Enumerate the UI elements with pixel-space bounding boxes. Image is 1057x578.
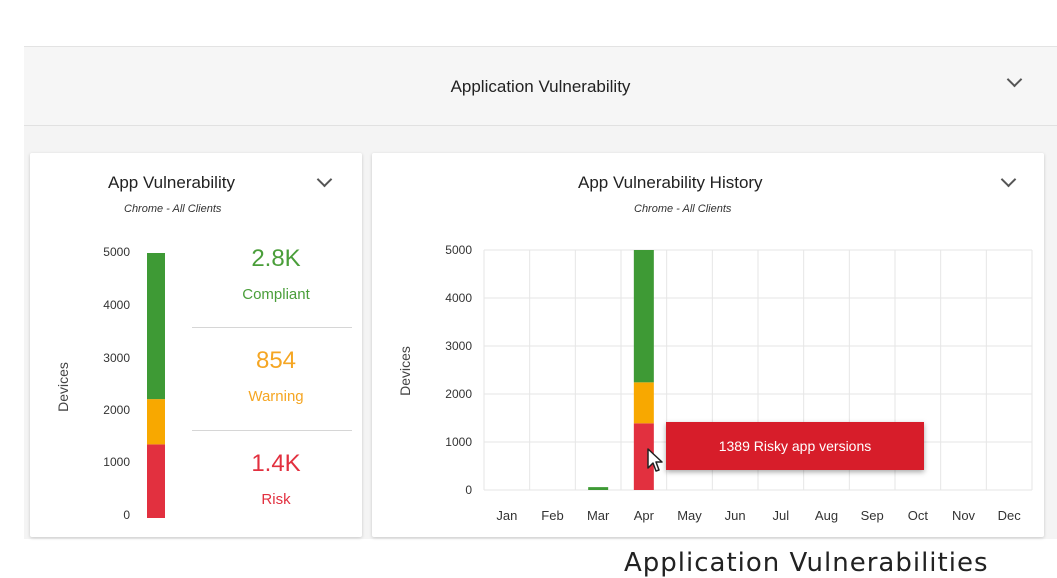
x-tick-feb: Feb: [541, 508, 563, 523]
y-tick: 5000: [445, 243, 472, 257]
x-tick-sep: Sep: [861, 508, 884, 523]
x-tick-may: May: [677, 508, 702, 523]
history-chart: 0 1000 2000 3000 4000 5000 Jan Feb Mar Apr May Jun J…: [445, 243, 1033, 523]
section-header: Application Vulnerability: [24, 47, 1057, 126]
y-tick: 2000: [103, 403, 130, 417]
page-caption: Application Vulnerabilities: [624, 548, 989, 578]
x-tick-apr: Apr: [634, 508, 655, 523]
bar-segment-warning[interactable]: [147, 399, 165, 445]
panel-title: App Vulnerability: [108, 173, 235, 192]
bar-apr-warning[interactable]: [633, 382, 654, 424]
bar-segment-risk[interactable]: [147, 444, 165, 518]
x-tick-nov: Nov: [952, 508, 976, 523]
divider: [192, 327, 352, 328]
y-tick: 1000: [445, 435, 472, 449]
warning-count: 854: [255, 347, 297, 374]
risk-count: 1.4K: [251, 450, 301, 477]
warning-label: Warning: [248, 388, 304, 405]
divider: [192, 430, 352, 431]
x-tick-jan: Jan: [496, 508, 517, 523]
compliant-count: 2.8K: [251, 245, 301, 272]
x-tick-oct: Oct: [908, 508, 929, 523]
app-vulnerability-history-panel: App Vulnerability History Chrome - All C…: [372, 153, 1044, 537]
y-tick: 5000: [103, 245, 130, 259]
chevron-down-icon[interactable]: [316, 171, 333, 188]
y-tick: 3000: [103, 351, 130, 365]
y-tick: 4000: [445, 291, 472, 305]
bar-mar-compliant[interactable]: [588, 487, 609, 490]
x-tick-mar: Mar: [587, 508, 610, 523]
y-axis-label: Devices: [55, 362, 71, 412]
bar-segment-compliant[interactable]: [147, 253, 165, 400]
risk-tooltip: 1389 Risky app versions: [666, 422, 924, 470]
x-tick-jul: Jul: [773, 508, 790, 523]
cursor-icon: [647, 448, 663, 472]
y-tick: 4000: [103, 298, 130, 312]
y-tick: 0: [123, 508, 130, 522]
app-vulnerability-panel: App Vulnerability Chrome - All Clients D…: [30, 153, 362, 537]
risk-label: Risk: [261, 491, 291, 508]
x-tick-dec: Dec: [998, 508, 1022, 523]
y-tick: 2000: [445, 387, 472, 401]
panel-subtitle: Chrome - All Clients: [124, 203, 222, 215]
bar-apr-compliant[interactable]: [633, 250, 654, 383]
summary-stacked-bar[interactable]: [140, 243, 170, 523]
x-tick-aug: Aug: [815, 508, 838, 523]
compliant-label: Compliant: [242, 286, 310, 303]
x-tick-jun: Jun: [725, 508, 746, 523]
y-tick: 3000: [445, 339, 472, 353]
section-title: Application Vulnerability: [450, 77, 631, 96]
y-tick: 0: [465, 483, 472, 497]
application-vulnerability-section: Application Vulnerability App Vulnerabil…: [24, 46, 1057, 539]
y-tick: 1000: [103, 455, 130, 469]
